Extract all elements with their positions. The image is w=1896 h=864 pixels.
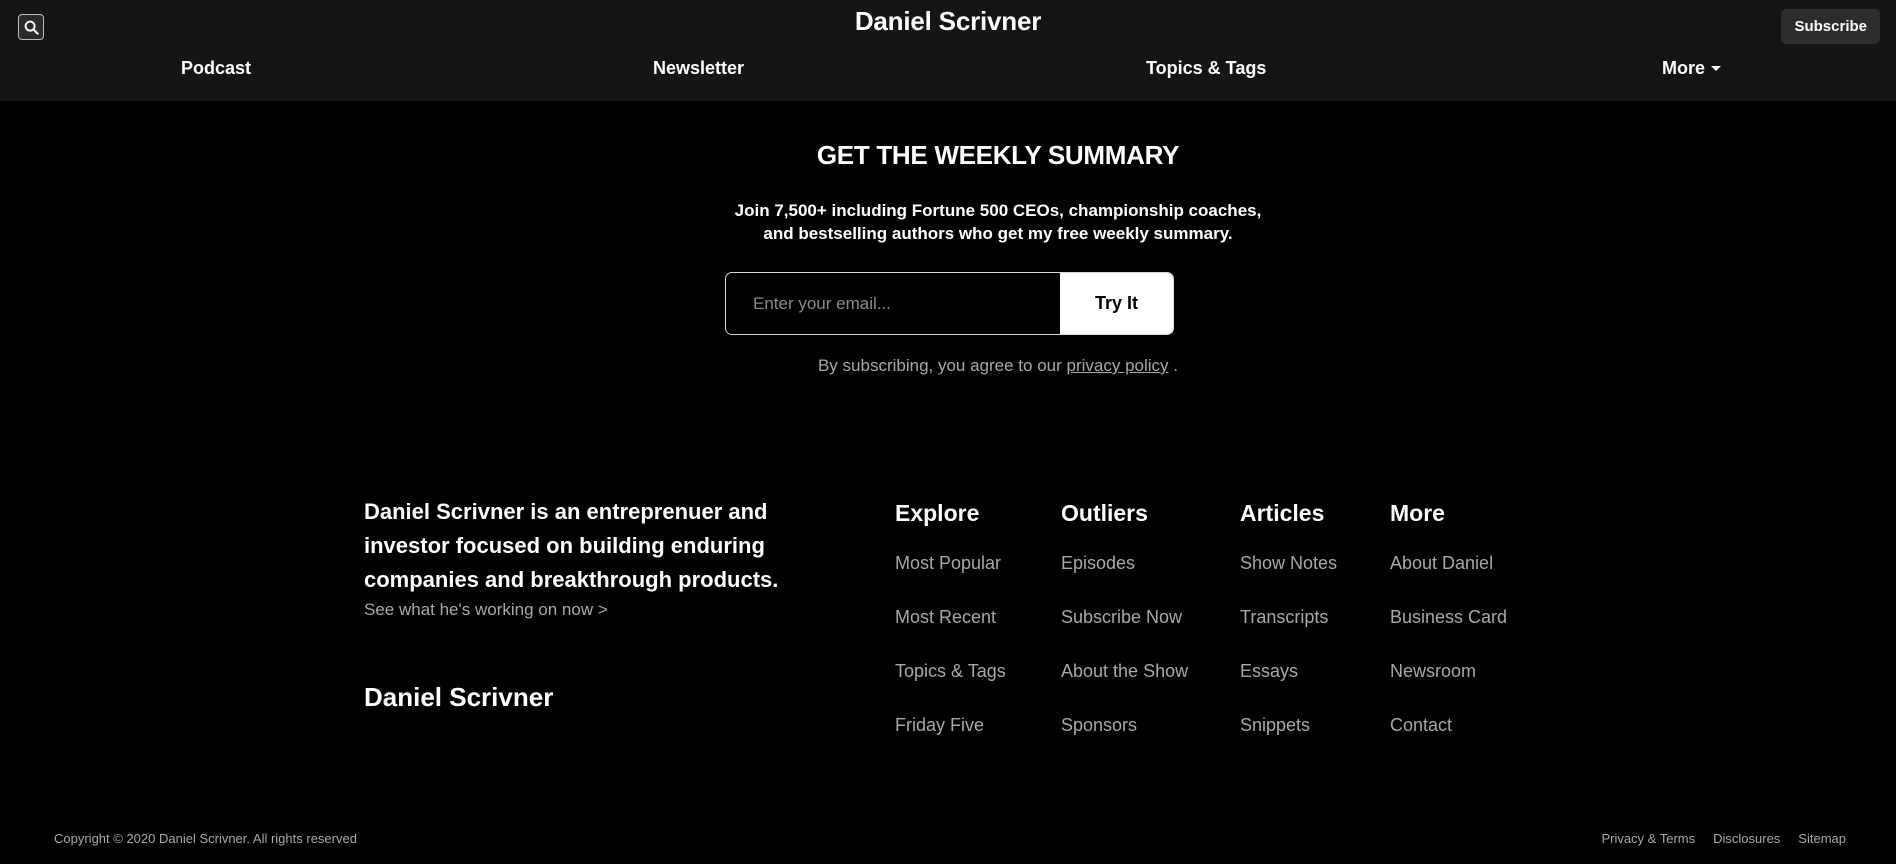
privacy-terms-link[interactable]: Privacy & Terms — [1601, 831, 1695, 846]
privacy-policy-link[interactable]: privacy policy — [1067, 356, 1169, 375]
footer-link[interactable]: Sponsors — [1061, 711, 1188, 765]
footer-about-text: Daniel Scrivner is an entreprenuer and i… — [364, 499, 779, 592]
footer-legal-links: Privacy & Terms Disclosures Sitemap — [1601, 831, 1846, 846]
footer-link[interactable]: Most Popular — [895, 549, 1006, 603]
nav-item-more[interactable]: More — [1662, 58, 1722, 79]
nav-item-label: Podcast — [181, 58, 252, 78]
footer-column-title: More — [1390, 500, 1445, 526]
nav-item-topics-tags[interactable]: Topics & Tags — [1146, 58, 1266, 79]
footer-column-title: Articles — [1240, 500, 1325, 526]
site-title[interactable]: Daniel Scrivner — [0, 6, 1896, 37]
footer-column-outliers: Outliers Episodes Subscribe Now About th… — [1061, 500, 1188, 765]
footer-link[interactable]: Subscribe Now — [1061, 603, 1188, 657]
footer-link[interactable]: Transcripts — [1240, 603, 1337, 657]
copyright-text: Copyright © 2020 Daniel Scrivner. All ri… — [54, 831, 357, 846]
footer-column-title: Outliers — [1061, 500, 1148, 526]
nav-item-podcast[interactable]: Podcast — [181, 58, 251, 79]
newsletter-legal: By subscribing, you agree to our privacy… — [50, 356, 1896, 376]
footer-column-explore: Explore Most Popular Most Recent Topics … — [895, 500, 1006, 765]
email-input[interactable] — [726, 273, 1060, 334]
footer-link[interactable]: About Daniel — [1390, 549, 1507, 603]
footer-logo[interactable]: Daniel Scrivner — [364, 682, 553, 713]
footer-link[interactable]: Episodes — [1061, 549, 1188, 603]
footer-link[interactable]: About the Show — [1061, 657, 1188, 711]
newsletter-heading: GET THE WEEKLY SUMMARY — [816, 140, 1180, 170]
footer-link[interactable]: Business Card — [1390, 603, 1507, 657]
footer-link[interactable]: Show Notes — [1240, 549, 1337, 603]
nav-item-label: More — [1662, 58, 1706, 78]
working-on-now-link[interactable]: See what he's working on now > — [364, 600, 608, 620]
footer-link[interactable]: Snippets — [1240, 711, 1337, 765]
footer-link[interactable]: Topics & Tags — [895, 657, 1006, 711]
footer-column-more: More About Daniel Business Card Newsroom… — [1390, 500, 1507, 765]
footer-link[interactable]: Contact — [1390, 711, 1507, 765]
sitemap-link[interactable]: Sitemap — [1798, 831, 1846, 846]
email-signup-form: Try It — [725, 272, 1174, 335]
legal-prefix: By subscribing, you agree to our — [817, 356, 1062, 375]
nav-item-label: Topics & Tags — [1146, 58, 1267, 78]
footer-link[interactable]: Friday Five — [895, 711, 1006, 765]
nav-item-label: Newsletter — [653, 58, 745, 78]
newsletter-description: Join 7,500+ including Fortune 500 CEOs, … — [734, 201, 1262, 243]
site-header: Daniel Scrivner Subscribe Podcast Newsle… — [0, 0, 1896, 101]
footer-link[interactable]: Essays — [1240, 657, 1337, 711]
try-it-button[interactable]: Try It — [1060, 273, 1173, 334]
caret-down-icon — [1711, 66, 1722, 71]
footer-link[interactable]: Most Recent — [895, 603, 1006, 657]
footer-column-articles: Articles Show Notes Transcripts Essays S… — [1240, 500, 1337, 765]
nav-item-newsletter[interactable]: Newsletter — [653, 58, 744, 79]
disclosures-link[interactable]: Disclosures — [1713, 831, 1780, 846]
newsletter-section: GET THE WEEKLY SUMMARY Join 7,500+ inclu… — [0, 140, 1896, 375]
footer-link[interactable]: Newsroom — [1390, 657, 1507, 711]
footer-column-title: Explore — [895, 500, 980, 526]
legal-suffix: . — [1173, 356, 1179, 375]
subscribe-button[interactable]: Subscribe — [1781, 9, 1880, 44]
